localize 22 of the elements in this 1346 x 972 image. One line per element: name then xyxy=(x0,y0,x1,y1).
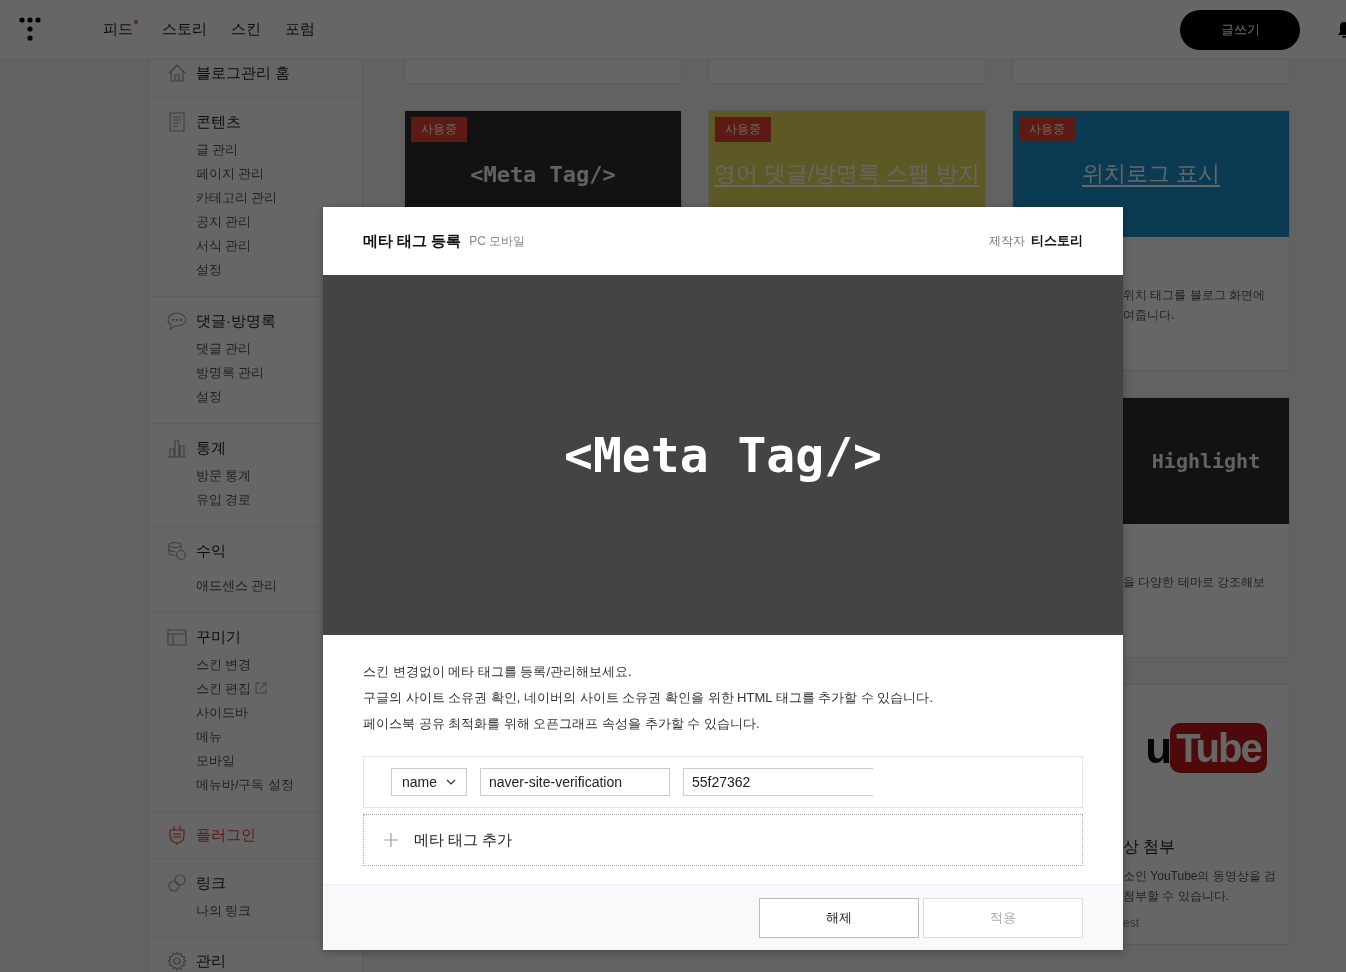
plugin-title: 위치로그 표시 xyxy=(1081,160,1221,188)
description-text: 페이스북 공유 최적화를 위해 오픈그래프 속성을 추가할 수 있습니다. xyxy=(363,715,761,733)
dialog-title: 메타 태그 등록 xyxy=(363,231,462,251)
plugin-description: 여줍니다. xyxy=(1123,307,1176,324)
plugin-description: 위치 태그를 블로그 화면에 xyxy=(1123,287,1266,304)
logo-text: Tube xyxy=(1170,723,1267,773)
status-badge: 사용중 xyxy=(1019,117,1075,142)
description-text: 스킨 변경없이 메타 태그를 등록/관리해보세요. xyxy=(363,663,633,681)
plugin-description: 소인 YouTube의 동영상을 검 xyxy=(1123,868,1278,885)
plugin-title: Highlight xyxy=(1151,449,1261,473)
description-text: 구글의 사이트 소유권 확인, 네이버의 사이트 소유권 확인을 위한 HTML 태그를 추가할 수 있습니다. xyxy=(363,689,935,707)
plugin-description: 첨부할 수 있습니다. xyxy=(1123,888,1230,905)
status-badge: 사용중 xyxy=(411,117,467,142)
logo-text: u xyxy=(1145,723,1171,773)
plugin-title: <Meta Tag/> xyxy=(470,161,616,187)
status-badge: 사용중 xyxy=(715,117,771,142)
author-name: 티스토리 xyxy=(1031,232,1083,250)
plugin-name: 상 첨부 xyxy=(1123,837,1177,857)
preview-title: <Meta Tag/> xyxy=(564,427,882,483)
platform-label: PC 모바일 xyxy=(469,232,526,250)
plugin-title: 영어 댓글/방명록 스팸 방지 xyxy=(713,160,981,188)
plugin-description: 을 다양한 테마로 강조해보 xyxy=(1123,574,1266,591)
